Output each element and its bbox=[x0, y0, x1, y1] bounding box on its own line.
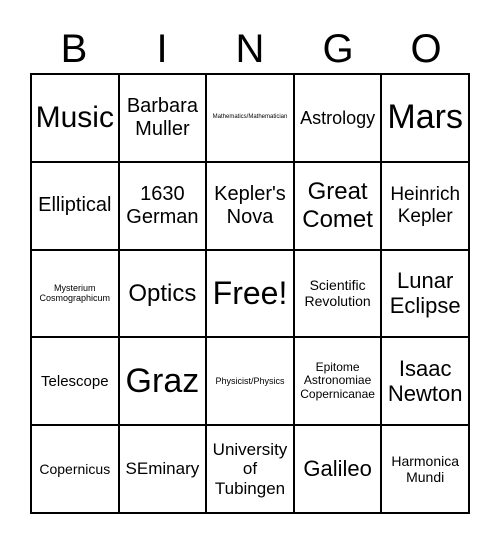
bingo-cell[interactable]: Astrology bbox=[293, 74, 382, 162]
header-letter: G bbox=[322, 27, 354, 71]
bingo-cell[interactable]: Mathematics/Mathematician bbox=[206, 74, 294, 162]
bingo-cell[interactable]: SEminary bbox=[118, 425, 207, 513]
header-letter: B bbox=[60, 27, 88, 71]
bingo-cell[interactable]: Harmonica Mundi bbox=[381, 425, 469, 513]
bingo-cell[interactable]: Heinrich Kepler bbox=[381, 161, 469, 250]
header-letter: I bbox=[156, 27, 168, 71]
bingo-cell[interactable]: Galileo bbox=[293, 425, 382, 513]
bingo-cell[interactable]: 1630 German bbox=[118, 161, 207, 250]
bingo-cell[interactable]: University of Tubingen bbox=[206, 425, 294, 513]
bingo-cell[interactable]: Telescope bbox=[31, 337, 119, 426]
bingo-cell[interactable]: Isaac Newton bbox=[381, 337, 469, 426]
bingo-header: B I N G O bbox=[30, 26, 470, 72]
bingo-cell[interactable]: Copernicus bbox=[31, 425, 119, 513]
bingo-cell[interactable]: Optics bbox=[118, 249, 207, 338]
bingo-cell[interactable]: Lunar Eclipse bbox=[381, 249, 469, 338]
bingo-cell[interactable]: Graz bbox=[118, 337, 207, 426]
bingo-cell[interactable]: Free! bbox=[206, 249, 294, 338]
bingo-cell[interactable]: Scientific Revolution bbox=[293, 249, 382, 338]
bingo-cell[interactable]: Mars bbox=[381, 74, 469, 162]
header-letter: N bbox=[235, 27, 265, 71]
bingo-cell[interactable]: Kepler's Nova bbox=[206, 161, 294, 250]
bingo-cell[interactable]: Mysterium Cosmographicum bbox=[31, 249, 119, 338]
bingo-grid: Music Barbara Muller Mathematics/Mathemati… bbox=[30, 73, 470, 514]
bingo-cell[interactable]: Epitome Astronomiae Copernicanae bbox=[293, 337, 382, 426]
bingo-cell[interactable]: Physicist/Physics bbox=[206, 337, 294, 426]
header-letter: O bbox=[410, 27, 442, 71]
bingo-cell[interactable]: Music bbox=[31, 74, 119, 162]
bingo-cell[interactable]: Elliptical bbox=[31, 161, 119, 250]
bingo-cell[interactable]: Barbara Muller bbox=[118, 74, 207, 162]
bingo-cell[interactable]: Great Comet bbox=[293, 161, 382, 250]
